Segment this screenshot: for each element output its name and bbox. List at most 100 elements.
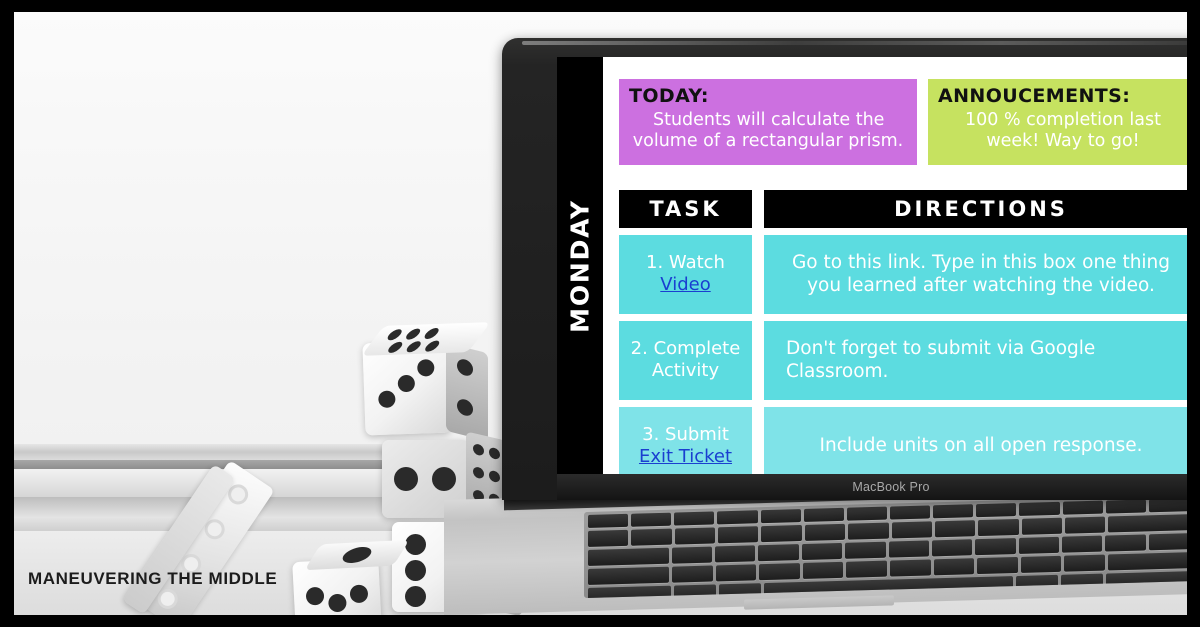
key[interactable] <box>674 527 716 545</box>
keyboard[interactable] <box>584 495 1187 599</box>
key[interactable] <box>976 503 1017 518</box>
today-heading: TODAY: <box>629 85 709 107</box>
key[interactable] <box>718 526 759 544</box>
key[interactable] <box>804 523 846 541</box>
key[interactable] <box>1062 500 1103 515</box>
directions-cell-2: Don't forget to submit via Google Classr… <box>764 320 1187 400</box>
key[interactable] <box>761 525 802 543</box>
task-cell-3-text: 3. Submit Exit Ticket <box>625 424 746 467</box>
key[interactable] <box>1105 499 1146 514</box>
table-row: 1. Watch Video Go to this link. Type in … <box>619 234 1187 314</box>
key[interactable] <box>588 513 629 528</box>
key-shift[interactable] <box>588 585 672 599</box>
die-pip <box>403 341 424 353</box>
key-shift-right[interactable] <box>1105 571 1187 590</box>
key[interactable] <box>1019 501 1060 516</box>
table-row: 3. Submit Exit Ticket Include units on a… <box>619 406 1187 474</box>
die-pip <box>405 534 426 555</box>
die-pip <box>338 546 376 564</box>
die-pip <box>327 593 347 613</box>
task-cell-1: 1. Watch Video <box>619 234 752 314</box>
key[interactable] <box>890 559 931 577</box>
key[interactable] <box>588 529 629 547</box>
key[interactable] <box>1148 498 1187 513</box>
key[interactable] <box>759 563 800 581</box>
announcements-box: ANNOUCEMENTS: 100 % completion last week… <box>928 79 1187 165</box>
key[interactable] <box>889 505 931 520</box>
slide-content: TODAY: Students will calculate the volum… <box>603 57 1187 474</box>
key[interactable] <box>933 504 974 519</box>
key[interactable] <box>1064 516 1106 534</box>
key[interactable] <box>933 558 975 576</box>
trackpad[interactable] <box>744 595 894 610</box>
key[interactable] <box>1018 536 1059 554</box>
key[interactable] <box>1061 573 1103 591</box>
key[interactable] <box>672 565 713 583</box>
announcements-heading: ANNOUCEMENTS: <box>938 85 1131 107</box>
key[interactable] <box>1021 517 1062 535</box>
task-cell-3: 3. Submit Exit Ticket <box>619 406 752 474</box>
video-link[interactable]: Video <box>660 274 710 295</box>
key[interactable] <box>1061 535 1103 553</box>
key-tab[interactable] <box>588 547 669 566</box>
key[interactable] <box>803 507 844 522</box>
key[interactable] <box>977 556 1018 575</box>
table-row: 2. Complete Activity Don't forget to sub… <box>619 320 1187 400</box>
key[interactable] <box>801 542 843 561</box>
announcements-line-2: to go! <box>1087 131 1140 152</box>
die-pip <box>397 374 416 393</box>
die-pip <box>405 560 426 581</box>
die-pip <box>473 442 484 457</box>
key[interactable] <box>845 541 886 559</box>
key[interactable] <box>674 511 715 526</box>
key-delete[interactable] <box>1108 514 1187 533</box>
die-pip <box>349 584 369 604</box>
key[interactable] <box>978 518 1019 537</box>
day-sidebar: MONDAY <box>557 57 603 474</box>
key[interactable] <box>671 546 713 564</box>
macbook-pro-label: MacBook Pro <box>852 480 930 494</box>
table-header-task: TASK <box>619 189 752 228</box>
announcements-body: 100 % completion last week! Way to go! <box>938 110 1187 153</box>
key[interactable] <box>1064 554 1105 572</box>
die-pip <box>403 328 423 340</box>
key[interactable] <box>1148 533 1187 551</box>
die-pip <box>473 465 484 480</box>
key[interactable] <box>715 545 756 563</box>
key[interactable] <box>715 564 757 582</box>
key[interactable] <box>631 528 672 546</box>
exit-ticket-link[interactable]: Exit Ticket <box>639 446 732 467</box>
key[interactable] <box>760 509 801 524</box>
key[interactable] <box>975 538 1016 556</box>
die-pip <box>457 357 473 378</box>
key[interactable] <box>1016 574 1059 593</box>
key[interactable] <box>1105 534 1146 552</box>
die-pip <box>385 341 406 354</box>
today-body: Students will calculate the volume of a … <box>629 110 907 153</box>
key[interactable] <box>846 506 887 521</box>
key[interactable] <box>674 584 716 599</box>
key[interactable] <box>846 560 888 578</box>
key[interactable] <box>931 539 973 557</box>
key[interactable] <box>717 510 758 525</box>
laptop: MONDAY TODAY: Students will calculate th… <box>444 12 1187 615</box>
key[interactable] <box>802 561 844 579</box>
key[interactable] <box>758 544 799 562</box>
die-pip <box>384 329 405 341</box>
watermark: MANEUVERING THE MIDDLE <box>28 569 278 588</box>
key[interactable] <box>848 522 889 540</box>
die-pip <box>432 467 456 491</box>
key[interactable] <box>888 540 929 558</box>
die-pip <box>417 359 435 377</box>
task-table: TASK DIRECTIONS 1. Watch Video Go to thi… <box>619 189 1187 474</box>
today-line-2: volume of a rectangular prism. <box>632 131 904 152</box>
desk-photo-background: MANEUVERING THE MIDDLE MONDAY TODAY: Stu… <box>14 12 1187 615</box>
key[interactable] <box>891 521 932 539</box>
key-return[interactable] <box>1107 552 1187 571</box>
key[interactable] <box>934 520 976 538</box>
key[interactable] <box>631 512 672 527</box>
key[interactable] <box>718 583 761 599</box>
key-capslock[interactable] <box>588 566 670 585</box>
key[interactable] <box>1020 555 1062 573</box>
die-pip <box>421 327 442 340</box>
